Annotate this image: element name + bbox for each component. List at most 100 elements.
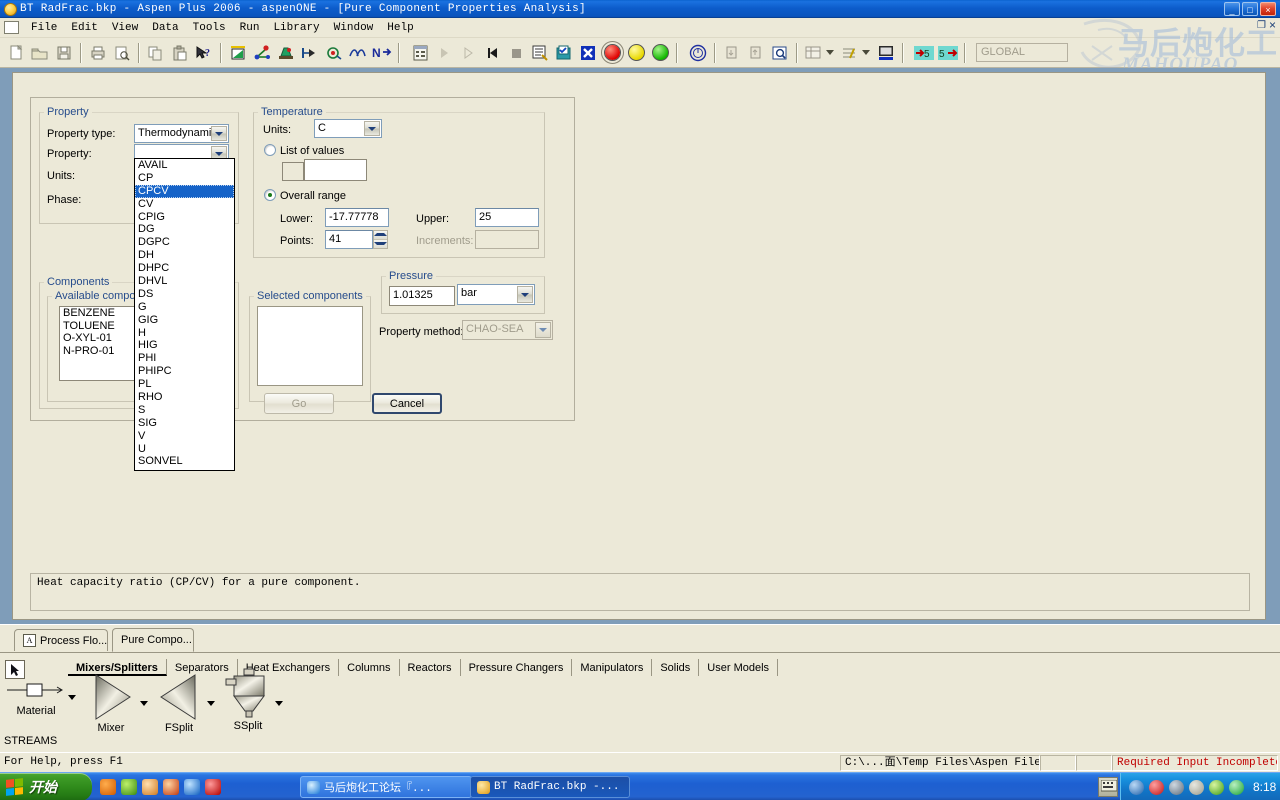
menu-edit[interactable]: Edit: [64, 20, 104, 36]
chevron-down-icon[interactable]: [826, 50, 834, 55]
document-icon[interactable]: [4, 21, 19, 34]
chevron-down-icon[interactable]: [275, 701, 283, 706]
dropdown-item[interactable]: DGPC: [135, 236, 234, 249]
reactions-icon[interactable]: [274, 41, 298, 65]
dropdown-item-selected[interactable]: CPCV: [135, 184, 234, 198]
select-pointer-icon[interactable]: [5, 660, 25, 679]
export-icon[interactable]: [744, 41, 768, 65]
palette-item-ssplit[interactable]: SSplit: [220, 667, 276, 732]
check-results-icon[interactable]: [552, 41, 576, 65]
dropdown-item[interactable]: CV: [135, 198, 234, 211]
mdi-close-button[interactable]: ×: [1269, 19, 1276, 31]
dropdown-item[interactable]: CP: [135, 172, 234, 185]
control-panel-icon[interactable]: [528, 41, 552, 65]
palette-tab-solids[interactable]: Solids: [652, 659, 700, 676]
usb-device-icon[interactable]: [1189, 779, 1204, 795]
open-icon[interactable]: [28, 41, 52, 65]
copy-icon[interactable]: [144, 41, 168, 65]
chevron-down-icon[interactable]: [207, 701, 215, 706]
paint-icon[interactable]: [163, 779, 179, 795]
palette-tab-user-models[interactable]: User Models: [699, 659, 779, 676]
points-stepper[interactable]: [373, 230, 388, 249]
palette-tab-manipulators[interactable]: Manipulators: [572, 659, 653, 676]
chevron-down-icon[interactable]: [364, 121, 380, 136]
dropdown-item[interactable]: AVAIL: [135, 159, 234, 172]
save-icon[interactable]: [52, 41, 76, 65]
tab-process-flowsheet[interactable]: A Process Flo...: [14, 629, 108, 651]
close-button[interactable]: ×: [1260, 2, 1276, 16]
components-icon[interactable]: [250, 41, 274, 65]
dropdown-item[interactable]: HIG: [135, 339, 234, 352]
chevron-down-icon[interactable]: [517, 286, 533, 303]
import-icon[interactable]: [720, 41, 744, 65]
list-item[interactable]: O-XYL-01: [60, 332, 138, 345]
dropdown-item[interactable]: V: [135, 430, 234, 443]
dropdown-item[interactable]: DS: [135, 288, 234, 301]
paste-icon[interactable]: [168, 41, 192, 65]
red-status-icon[interactable]: [600, 41, 624, 65]
main-toolbar[interactable]: ? N 5 5 GLOBAL: [0, 38, 1280, 68]
next-icon[interactable]: N: [370, 41, 394, 65]
antivirus-icon[interactable]: [205, 779, 221, 795]
menu-help[interactable]: Help: [380, 20, 420, 36]
dropdown-item[interactable]: RHO: [135, 391, 234, 404]
pressure-units-combo[interactable]: bar: [457, 284, 535, 305]
palette-tab-reactors[interactable]: Reactors: [400, 659, 461, 676]
menu-bar[interactable]: File Edit View Data Tools Run Library Wi…: [0, 18, 1280, 38]
chevron-down-icon[interactable]: [211, 126, 227, 141]
list-of-values-radio[interactable]: [264, 144, 276, 156]
pressure-input[interactable]: 1.01325: [389, 286, 455, 306]
property-dropdown-list[interactable]: AVAIL CP CPCV CV CPIG DG DGPC DH DHPC DH…: [134, 158, 235, 471]
chevron-down-icon[interactable]: [140, 701, 148, 706]
dropdown-item[interactable]: S: [135, 404, 234, 417]
reinitialize-icon[interactable]: [480, 41, 504, 65]
taskbar-item-aspen[interactable]: BT RadFrac.bkp -...: [470, 776, 630, 798]
browser-icon[interactable]: [121, 779, 137, 795]
minimize-button[interactable]: _: [1224, 2, 1240, 16]
list-item[interactable]: BENZENE: [60, 307, 138, 320]
report-icon[interactable]: [874, 41, 898, 65]
network-icon[interactable]: [1129, 779, 1144, 795]
overall-range-radio[interactable]: [264, 189, 276, 201]
close-results-icon[interactable]: [576, 41, 600, 65]
step-icon[interactable]: [456, 41, 480, 65]
stepper-up-icon[interactable]: [374, 231, 387, 240]
start-button[interactable]: 开始: [0, 773, 92, 800]
print-preview-icon[interactable]: [110, 41, 134, 65]
mdi-child-controls[interactable]: ❐ ×: [1257, 19, 1276, 31]
upper-input[interactable]: 25: [475, 208, 539, 227]
menu-library[interactable]: Library: [266, 20, 326, 36]
history-icon[interactable]: [686, 41, 710, 65]
mdi-restore-button[interactable]: ❐: [1257, 20, 1266, 31]
dropdown-item[interactable]: DHPC: [135, 262, 234, 275]
zoom-icon[interactable]: [768, 41, 792, 65]
language-bar-icon[interactable]: [1098, 777, 1118, 797]
stepper-down-icon[interactable]: [374, 239, 387, 248]
dropdown-item[interactable]: PHIPC: [135, 365, 234, 378]
update-icon[interactable]: [1209, 779, 1224, 795]
document-tab-bar[interactable]: A Process Flo... Pure Compo...: [0, 624, 1280, 652]
dropdown-item[interactable]: G: [135, 301, 234, 314]
palette-item-material-stream[interactable]: Material: [4, 679, 68, 717]
windows-taskbar[interactable]: 开始 马后炮化工论坛『... BT RadFrac.bkp -... 8:18: [0, 772, 1280, 800]
dropdown-item[interactable]: DHVL: [135, 275, 234, 288]
system-tray[interactable]: 8:18: [1120, 773, 1280, 800]
list-values-grid[interactable]: [304, 159, 367, 181]
stop-icon[interactable]: [504, 41, 528, 65]
global-scope-field[interactable]: GLOBAL: [976, 43, 1068, 62]
chevron-down-icon[interactable]: [862, 50, 870, 55]
green-status-icon[interactable]: [648, 41, 672, 65]
help-pointer-icon[interactable]: ?: [192, 41, 216, 65]
grid-icon[interactable]: [802, 41, 826, 65]
binary-analysis-icon[interactable]: [346, 41, 370, 65]
flowsheet-style-icon[interactable]: [838, 41, 862, 65]
next-run-icon[interactable]: 5: [936, 41, 960, 65]
maximize-button[interactable]: □: [1242, 2, 1258, 16]
dropdown-item[interactable]: DG: [135, 223, 234, 236]
chevron-down-icon[interactable]: [68, 695, 76, 700]
dropdown-item[interactable]: DH: [135, 249, 234, 262]
menu-run[interactable]: Run: [233, 20, 267, 36]
palette-tab-columns[interactable]: Columns: [339, 659, 400, 676]
points-input[interactable]: 41: [325, 230, 373, 249]
selected-components-list[interactable]: [257, 306, 363, 386]
